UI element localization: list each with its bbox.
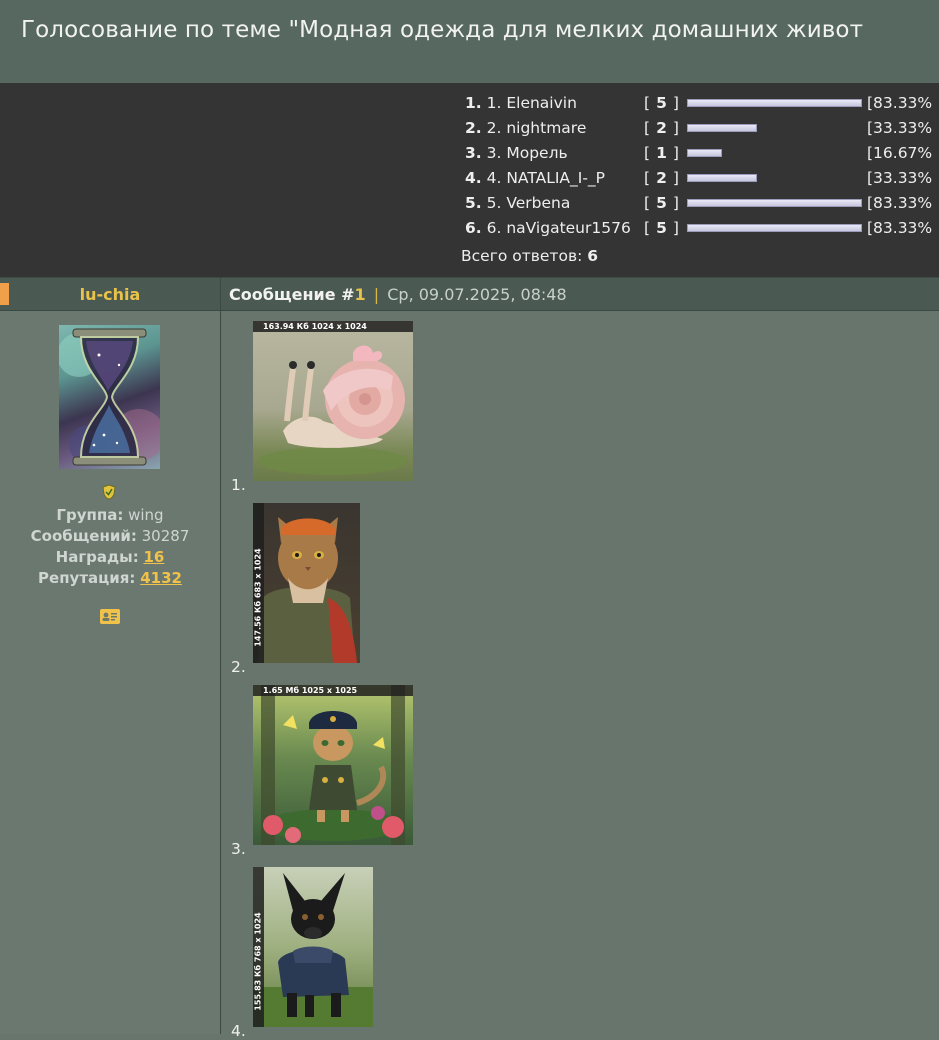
poll-bar	[687, 174, 757, 182]
item-index: 4.	[231, 1022, 246, 1040]
poll-option-number: 1.	[465, 94, 482, 112]
poll-option-label: 5. Verbena	[486, 194, 571, 212]
poll-option: 6. 6. naVigateur1576	[465, 219, 631, 237]
author-reputation: Репутация: 4132	[38, 569, 182, 587]
poll-percent: [83.33%	[867, 194, 933, 212]
poll-votes: [1]	[644, 144, 679, 162]
image-size-badge: 1.65 Мб 1025 x 1025	[253, 685, 413, 696]
poll-votes: [2]	[644, 169, 679, 187]
image-size-badge: 155.83 Кб 768 x 1024	[253, 867, 264, 1027]
poll-option: 3. 3. Морель	[465, 144, 568, 162]
poll-vote-count: 5	[656, 194, 667, 212]
poll-bar	[687, 124, 757, 132]
poll-option: 5. 5. Verbena	[465, 194, 570, 212]
poll-percent: [83.33%	[867, 94, 933, 112]
awards-link[interactable]: 16	[143, 548, 164, 566]
page-header: Голосование по теме "Модная одежда для м…	[0, 0, 939, 83]
post-date: Ср, 09.07.2025, 08:48	[387, 285, 567, 304]
poll-percent: [33.33%	[867, 169, 933, 187]
poll-option: 2. 2. nightmare	[465, 119, 586, 137]
poll-vote-count: 5	[656, 219, 667, 237]
poll-vote-count: 5	[656, 94, 667, 112]
cat-uniform-image	[261, 685, 405, 845]
image-size-badge: 163.94 Кб 1024 x 1024	[253, 321, 413, 332]
poll-option-number: 3.	[465, 144, 482, 162]
avatar[interactable]	[59, 325, 160, 469]
poll-votes: [5]	[644, 194, 679, 212]
poll-bar	[687, 224, 862, 232]
poll-bar	[687, 99, 862, 107]
poll-option-number: 5.	[465, 194, 482, 212]
list-item: 3. 1.65 Мб 1025 x 1025	[231, 685, 431, 858]
shield-icon	[102, 484, 116, 504]
post-number[interactable]: 1	[355, 285, 366, 304]
poll-vote-count: 2	[656, 119, 667, 137]
item-index: 1.	[231, 476, 246, 494]
dog-jacket-image	[253, 873, 373, 1027]
item-index: 2.	[231, 658, 246, 676]
poll-total: Всего ответов: 6	[461, 247, 598, 265]
poll-option-label: 3. Морель	[486, 144, 568, 162]
cat-jacket-image	[258, 517, 357, 663]
image-thumbnail[interactable]: 1.65 Мб 1025 x 1025	[253, 685, 413, 845]
image-size-badge: 147.56 Кб 683 x 1024	[253, 503, 264, 663]
author-stats: Группа: wing Сообщений: 30287 Награды: 1…	[0, 505, 220, 589]
poll-bar	[687, 199, 862, 207]
author-messages: Сообщений: 30287	[30, 527, 190, 545]
poll-option: 1. 1. Elenaivin	[465, 94, 577, 112]
poll-results: 1. 1. Elenaivin [5] [83.33% 2. 2. nightmare…	[0, 83, 939, 277]
post-separator: |	[373, 285, 380, 304]
poll-option-number: 6.	[465, 219, 482, 237]
post-info: Сообщение #1 | Ср, 09.07.2025, 08:48	[229, 285, 567, 304]
image-thumbnail[interactable]: 163.94 Кб 1024 x 1024	[253, 321, 413, 481]
id-card-icon[interactable]	[100, 609, 120, 624]
list-item: 2. 147.56 Кб 683 x 1024	[231, 503, 431, 676]
post-content: 1. 163.94 Кб 1024 x 1024 2. 147.56 Кб 68…	[221, 311, 939, 1040]
list-item: 4. 155.83 Кб 768 x 1024	[231, 867, 431, 1040]
poll-option-label: 1. Elenaivin	[486, 94, 577, 112]
author-sidebar: Группа: wing Сообщений: 30287 Награды: 1…	[0, 311, 221, 1034]
page-title: Голосование по теме "Модная одежда для м…	[21, 17, 864, 43]
poll-votes: [5]	[644, 219, 679, 237]
poll-option-label: 2. nightmare	[486, 119, 587, 137]
author-cell: lu-chia	[0, 278, 221, 310]
poll-total-label: Всего ответов:	[461, 247, 583, 265]
poll-percent: [33.33%	[867, 119, 933, 137]
image-thumbnail[interactable]: 147.56 Кб 683 x 1024	[253, 503, 360, 663]
poll-votes: [2]	[644, 119, 679, 137]
poll-votes: [5]	[644, 94, 679, 112]
list-item: 1. 163.94 Кб 1024 x 1024	[231, 321, 431, 494]
poll-option-label: 4. NATALIA_I-_P	[486, 169, 606, 187]
author-name[interactable]: lu-chia	[0, 285, 220, 304]
post-header: lu-chia Сообщение #1 | Ср, 09.07.2025, 0…	[0, 277, 939, 311]
poll-option-label: 6. naVigateur1576	[486, 219, 631, 237]
post-label: Сообщение #	[229, 285, 355, 304]
poll-option-number: 4.	[465, 169, 482, 187]
poll-total-value: 6	[587, 247, 599, 265]
hourglass-image	[59, 328, 160, 466]
poll-option: 4. 4. NATALIA_I-_P	[465, 169, 605, 187]
poll-option-number: 2.	[465, 119, 482, 137]
poll-percent: [83.33%	[867, 219, 933, 237]
author-group: Группа: wing	[56, 506, 164, 524]
poll-percent: [16.67%	[867, 144, 933, 162]
item-index: 3.	[231, 840, 246, 858]
snail-image	[258, 345, 408, 475]
reputation-link[interactable]: 4132	[140, 569, 182, 587]
poll-vote-count: 1	[656, 144, 667, 162]
author-awards: Награды: 16	[55, 548, 165, 566]
image-thumbnail[interactable]: 155.83 Кб 768 x 1024	[253, 867, 373, 1027]
poll-bar	[687, 149, 722, 157]
poll-vote-count: 2	[656, 169, 667, 187]
